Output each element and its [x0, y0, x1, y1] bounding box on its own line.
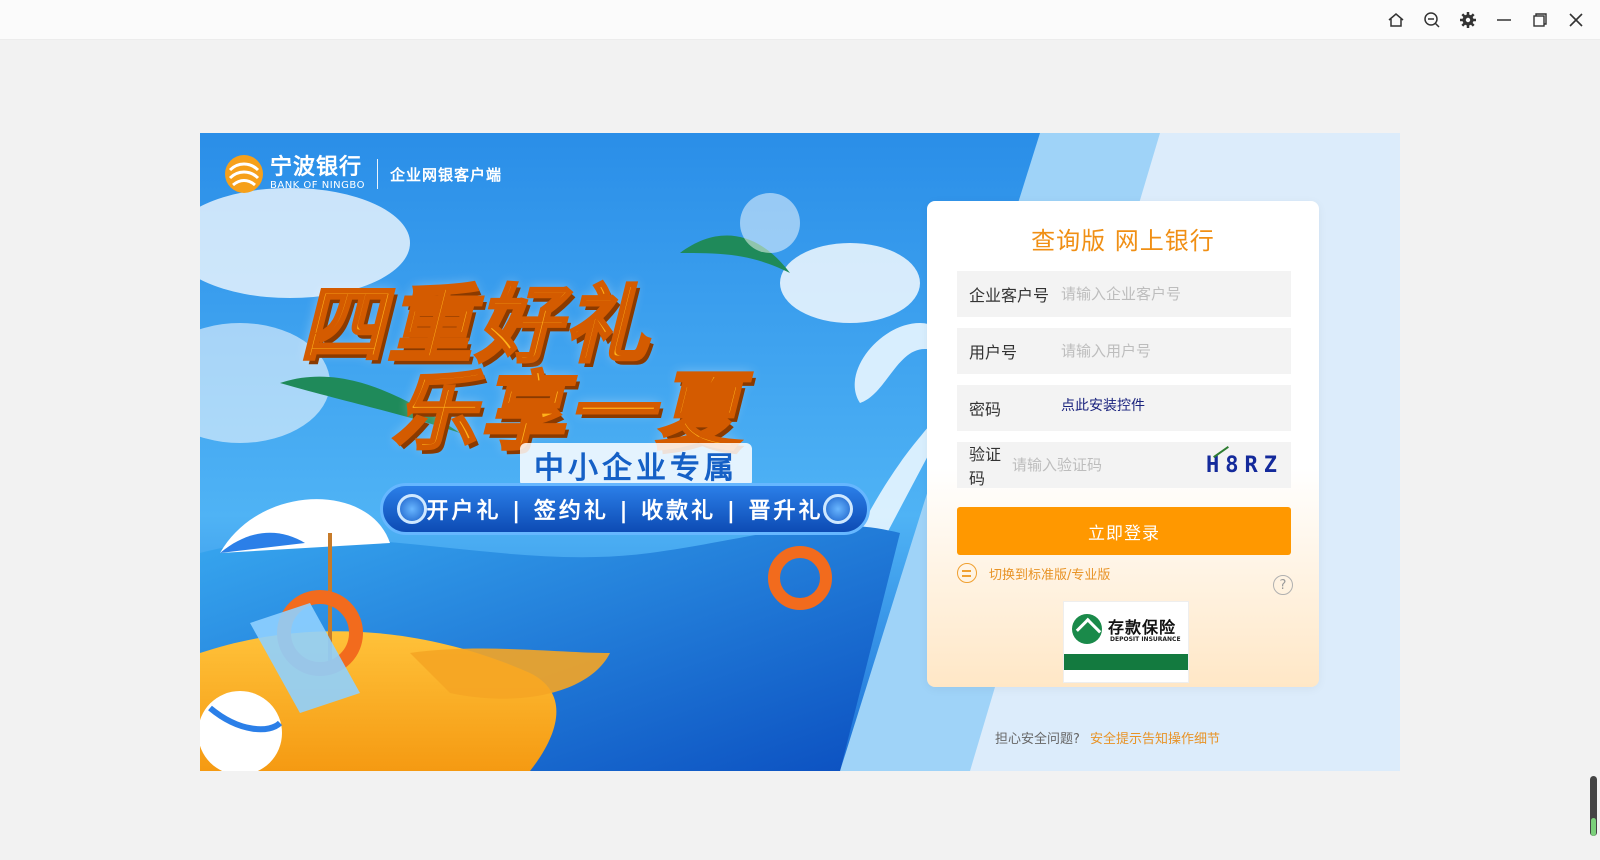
security-notice: 担心安全问题? 安全提示告知操作细节: [995, 728, 1220, 747]
deposit-insurance-logo-icon: [1072, 614, 1102, 644]
switch-version-link[interactable]: 切换到标准版/专业版: [957, 563, 1110, 583]
bank-name-en: BANK OF NINGBO: [270, 180, 365, 191]
bank-logo: 宁波银行 BANK OF NINGBO 企业网银客户端: [224, 154, 502, 194]
captcha-image[interactable]: H8RZ: [1206, 446, 1283, 483]
customer-no-field: 企业客户号: [957, 271, 1291, 317]
deposit-insurance-en: DEPOSIT INSURANCE: [1110, 636, 1181, 643]
promo-gifts-pill: 开户礼 | 签约礼 | 收款礼 | 晋升礼: [380, 483, 870, 535]
login-panel: 查询版 网上银行 企业客户号 用户号 密码 点此安装控件 验证码 H8RZ 立即…: [927, 201, 1319, 687]
logo-divider: [376, 159, 378, 189]
bank-name: 宁波银行 BANK OF NINGBO: [270, 156, 365, 192]
password-label: 密码: [969, 400, 1002, 419]
product-name: 企业网银客户端: [389, 165, 502, 184]
minimize-button[interactable]: [1490, 6, 1518, 34]
maximize-icon: [1533, 13, 1547, 27]
deposit-insurance-bar: [1064, 654, 1188, 670]
settings-button[interactable]: [1454, 6, 1482, 34]
deposit-insurance-cn: 存款保险: [1108, 618, 1177, 637]
zoom-out-button[interactable]: [1418, 6, 1446, 34]
user-no-field: 用户号: [957, 328, 1291, 374]
user-no-input[interactable]: [1061, 328, 1291, 374]
captcha-text: H8RZ: [1206, 452, 1283, 478]
bank-logo-icon: [225, 155, 263, 193]
password-field: 密码 点此安装控件: [957, 385, 1291, 431]
login-card: 宁波银行 BANK OF NINGBO 企业网银客户端 四重好礼 乐享一夏 中小…: [200, 133, 1400, 771]
home-button[interactable]: [1382, 6, 1410, 34]
deposit-insurance-badge[interactable]: 存款保险 DEPOSIT INSURANCE: [1063, 601, 1189, 683]
customer-no-input[interactable]: [1061, 271, 1291, 317]
switch-version-label: 切换到标准版/专业版: [989, 567, 1111, 583]
customer-no-label: 企业客户号: [969, 286, 1050, 305]
captcha-field: 验证码 H8RZ: [957, 442, 1291, 488]
pill-left-icon: [397, 494, 427, 524]
minimize-icon: [1497, 19, 1511, 21]
captcha-label: 验证码: [969, 445, 1002, 488]
promo-subtitle: 中小企业专属: [520, 443, 752, 487]
close-icon: [1569, 13, 1583, 27]
user-no-label: 用户号: [969, 343, 1018, 362]
title-bar: [0, 0, 1600, 40]
help-icon[interactable]: ?: [1273, 575, 1293, 595]
switch-icon: [957, 563, 977, 583]
login-button[interactable]: 立即登录: [957, 507, 1291, 555]
login-title: 查询版 网上银行: [1031, 227, 1215, 255]
pill-right-icon: [823, 494, 853, 524]
install-control-link[interactable]: 点此安装控件: [1061, 395, 1145, 415]
security-tips-link[interactable]: 安全提示告知操作细节: [1090, 732, 1220, 747]
promo-gifts: 开户礼 | 签约礼 | 收款礼 | 晋升礼: [426, 499, 824, 524]
security-question: 担心安全问题?: [995, 732, 1080, 747]
zoom-out-icon: [1424, 12, 1440, 28]
scrollbar-indicator: [1591, 818, 1596, 836]
close-button[interactable]: [1562, 6, 1590, 34]
captcha-input[interactable]: [1012, 442, 1207, 488]
bank-name-cn: 宁波银行: [270, 155, 363, 180]
gear-icon: [1460, 12, 1476, 28]
maximize-button[interactable]: [1526, 6, 1554, 34]
window-controls: [1382, 6, 1590, 34]
home-icon: [1388, 13, 1404, 27]
